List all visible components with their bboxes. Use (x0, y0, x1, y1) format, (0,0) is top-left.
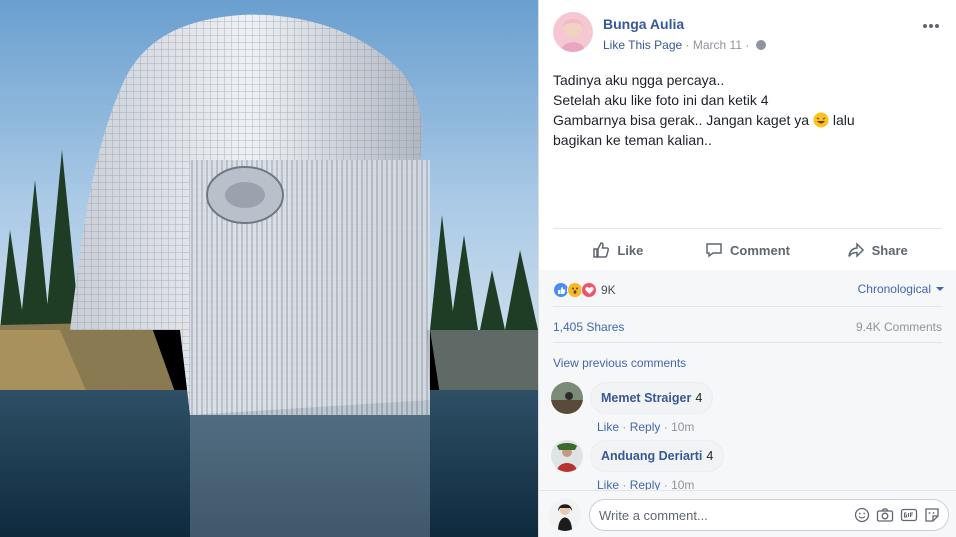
laughing-emoji-icon (813, 112, 829, 128)
comment-actions: Like · Reply · 10m (597, 420, 694, 434)
action-bar: Like Comment Share (553, 230, 942, 270)
love-reaction-icon (581, 282, 597, 298)
share-count[interactable]: 1,405 Shares (553, 320, 624, 334)
comment-bubble: Memet Straiger 4 (590, 382, 714, 414)
author-avatar[interactable] (553, 12, 593, 52)
comment-order-label: Chronological (857, 282, 931, 296)
current-user-avatar (549, 499, 581, 531)
emoji-picker-icon[interactable] (854, 507, 870, 523)
comment-item: Anduang Deriarti 4 Like · Reply · 10m (551, 440, 944, 494)
sculpture-photo (0, 0, 538, 537)
divider (553, 342, 942, 343)
comment-reply-link[interactable]: Reply (630, 420, 661, 434)
like-button[interactable]: Like (553, 232, 683, 268)
chevron-down-icon (936, 287, 944, 291)
view-previous-comments-link[interactable]: View previous comments (553, 356, 686, 370)
sticker-icon[interactable] (924, 507, 940, 523)
commenter-avatar[interactable] (551, 440, 583, 472)
post-line-text: lalu (832, 112, 855, 128)
globe-icon (755, 40, 766, 50)
comment-bubble: Anduang Deriarti 4 (590, 440, 725, 472)
reaction-count[interactable]: 9K (601, 283, 616, 297)
comment-action-separator: · (622, 420, 627, 434)
like-label: Like (617, 242, 644, 258)
post-body: Tadinya aku ngga percaya.. Setelah aku l… (553, 70, 943, 150)
comment-text: 4 (695, 391, 703, 405)
composer-tools (854, 507, 948, 523)
date-separator: · (745, 38, 750, 52)
comment-input-placeholder: Write a comment... (599, 507, 708, 523)
commenter-name[interactable]: Anduang Deriarti (601, 449, 702, 463)
post-line: Gambarnya bisa gerak.. Jangan kaget ya l… (553, 110, 943, 130)
camera-icon[interactable] (876, 507, 894, 523)
more-options-icon[interactable] (920, 18, 942, 34)
gif-icon[interactable] (900, 507, 918, 523)
post-header: Bunga Aulia Like This Page · March 11 · (553, 12, 942, 62)
post-meta: Like This Page · March 11 · (603, 38, 766, 52)
meta-separator: · (685, 38, 690, 52)
divider (553, 306, 942, 307)
post-line: bagikan ke teman kalian.. (553, 132, 712, 148)
commenter-name[interactable]: Memet Straiger (601, 391, 691, 405)
comment-time[interactable]: 10m (671, 420, 694, 434)
commenter-avatar[interactable] (551, 382, 583, 414)
author-name[interactable]: Bunga Aulia (603, 16, 684, 32)
reaction-summary[interactable]: 9K (553, 281, 616, 299)
comment-like-link[interactable]: Like (597, 420, 619, 434)
comment-order-dropdown[interactable]: Chronological (858, 282, 944, 296)
like-page-link[interactable]: Like This Page (603, 38, 682, 52)
comment-input[interactable]: Write a comment... (589, 499, 949, 531)
divider (553, 228, 942, 229)
share-icon (847, 242, 864, 258)
post-side-panel: Bunga Aulia Like This Page · March 11 · … (538, 0, 956, 537)
post-date[interactable]: March 11 (693, 38, 742, 52)
post-line: Setelah aku like foto ini dan ketik 4 (553, 92, 769, 108)
thumbs-up-icon (593, 242, 610, 258)
share-label: Share (871, 242, 908, 258)
comment-item: Memet Straiger 4 Like · Reply · 10m (551, 382, 944, 436)
comment-label: Comment (730, 242, 790, 258)
share-button[interactable]: Share (812, 232, 942, 268)
post-line-text: Gambarnya bisa gerak.. Jangan kaget ya (553, 112, 810, 128)
comment-text: 4 (706, 449, 714, 463)
comment-count[interactable]: 9.4K Comments (856, 320, 942, 334)
comment-action-separator: · (663, 420, 668, 434)
comment-composer: Write a comment... (539, 490, 956, 537)
comment-icon (706, 243, 722, 258)
post-line: Tadinya aku ngga percaya.. (553, 72, 725, 88)
post-photo[interactable] (0, 0, 538, 537)
comment-button[interactable]: Comment (683, 232, 813, 268)
